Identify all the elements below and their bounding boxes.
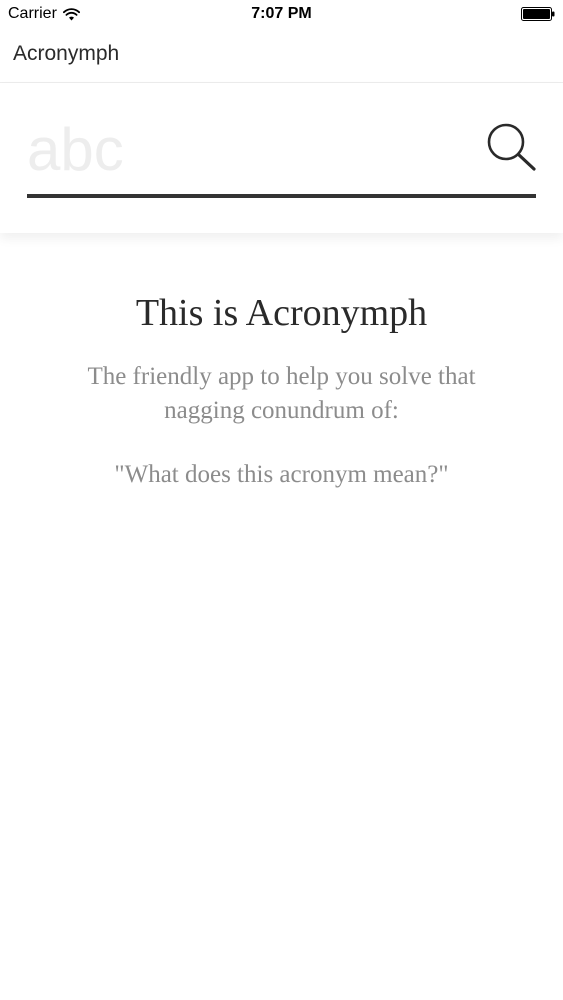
intro-subtitle: The friendly app to help you solve that … [87,363,476,424]
battery-icon [521,7,555,21]
search-button[interactable] [484,121,538,175]
intro-section: This is Acronymph The friendly app to he… [0,290,563,492]
status-bar: Carrier 7:07 PM [0,0,563,30]
intro-title: This is Acronymph [135,292,428,334]
clock: 7:07 PM [251,5,312,22]
acronym-search-input[interactable] [27,111,467,187]
search-icon [487,123,536,171]
navigation-bar: Acronymph [0,30,563,83]
nav-title: Acronymph [13,42,120,65]
search-panel [0,83,563,233]
search-underline [27,194,536,198]
intro-question: "What does this acronym mean?" [114,461,449,488]
